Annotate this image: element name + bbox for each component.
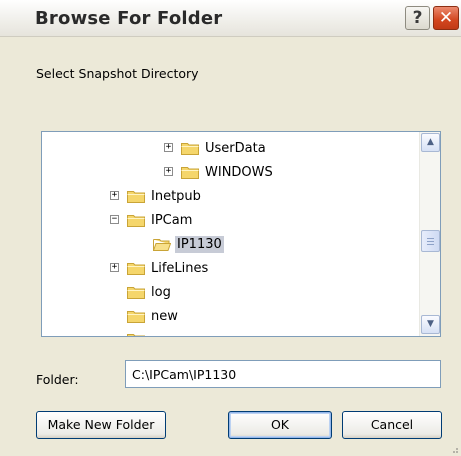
tree-item-label: WINDOWS [205,165,273,180]
tree-item-label: LifeLines [151,261,209,276]
tree-item-userdata[interactable]: + UserData [42,139,422,159]
folder-icon [127,287,145,299]
close-button[interactable]: ✕ [433,6,459,30]
folder-field-label: Folder: [36,372,79,387]
tree-scrollbar[interactable]: ▲ ▼ [419,132,440,336]
grip-line [427,241,434,242]
scroll-down-button[interactable]: ▼ [421,315,440,334]
expand-icon[interactable]: + [110,263,119,272]
folder-icon [127,191,145,203]
tree-item-ipcam[interactable]: − IPCam [42,211,422,231]
tree-item-label: new [151,309,178,324]
dialog-prompt: Select Snapshot Directory [36,66,199,81]
tree-item-ip1130[interactable]: IP1130 [42,235,422,255]
tree-item-label: UserData [205,141,266,156]
collapse-icon[interactable]: − [110,215,119,224]
help-button[interactable]: ? [405,6,430,30]
tree-item-partial[interactable] [42,330,422,336]
tree-item-log[interactable]: log [42,283,422,303]
folder-icon [127,311,145,323]
open-folder-icon [153,239,171,251]
folder-path-input[interactable] [125,360,441,388]
make-new-folder-button[interactable]: Make New Folder [36,411,166,439]
tree-item-inetpub[interactable]: + Inetpub [42,187,422,207]
tree-item-windows[interactable]: + WINDOWS [42,163,422,183]
tree-item-label: Inetpub [151,189,201,204]
folder-icon [181,167,199,179]
window-title: Browse For Folder [35,8,223,29]
folder-icon [127,215,145,227]
ok-button[interactable]: OK [228,411,332,439]
folder-icon [127,263,145,275]
cancel-button[interactable]: Cancel [342,411,442,439]
expand-icon[interactable]: + [110,191,119,200]
resize-grip-icon[interactable] [449,444,459,454]
tree-item-label: log [151,285,171,300]
tree-item-label: IP1130 [175,236,224,253]
expand-icon[interactable]: + [164,167,173,176]
tree-item-new[interactable]: new [42,307,422,327]
folder-tree[interactable]: + UserData + WINDOWS + Inetpub − IPCam I… [41,131,441,337]
browse-for-folder-dialog: Browse For Folder ? ✕ Select Snapshot Di… [0,0,461,456]
expand-icon[interactable]: + [164,143,173,152]
grip-line [427,238,434,239]
grip-line [427,244,434,245]
tree-item-lifelines[interactable]: + LifeLines [42,259,422,279]
tree-item-label: IPCam [151,213,193,228]
folder-icon [181,143,199,155]
scroll-up-button[interactable]: ▲ [421,133,440,152]
scroll-thumb[interactable] [421,230,440,252]
title-bar[interactable]: Browse For Folder ? ✕ [0,0,461,37]
folder-icon [127,334,145,336]
